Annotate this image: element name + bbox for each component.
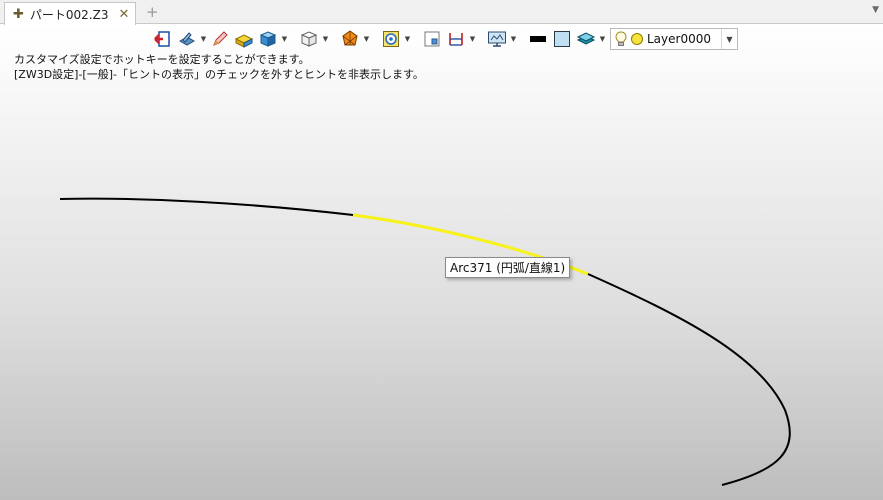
graphics-viewport[interactable]: ▼ ▼ ▼ ▼ ▼ ▼ ▼ ▼ Layer0000 ▼ カスタマイズ設定でホット… xyxy=(0,25,883,500)
entity-tooltip: Arc371 (円弧/直線1) xyxy=(445,257,571,278)
chevron-down-icon[interactable]: ▼ xyxy=(872,5,879,15)
add-tab-icon[interactable]: + xyxy=(146,3,159,21)
close-icon[interactable]: ✕ xyxy=(118,7,129,22)
tab-title: パート002.Z3 xyxy=(29,7,109,22)
arc-curve-left[interactable] xyxy=(59,197,354,216)
pin-icon[interactable]: ✚ xyxy=(13,7,24,22)
tab-bar: ✚ パート002.Z3 ✕ + ▼ xyxy=(0,0,883,25)
document-tab[interactable]: ✚ パート002.Z3 ✕ xyxy=(4,2,136,25)
model-canvas[interactable] xyxy=(0,25,883,500)
arc-curve-right[interactable] xyxy=(587,273,791,486)
